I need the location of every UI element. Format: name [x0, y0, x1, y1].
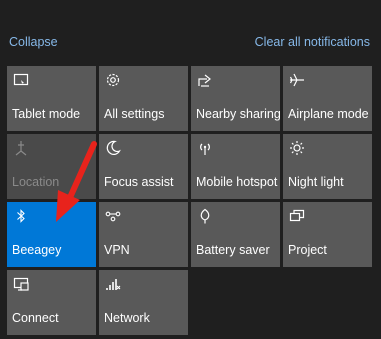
tile-battery-saver[interactable]: Battery saver — [191, 202, 280, 267]
location-icon — [13, 140, 29, 156]
tile-network[interactable]: Network — [99, 270, 188, 335]
tile-label: Battery saver — [196, 243, 270, 257]
tile-connect[interactable]: Connect — [7, 270, 96, 335]
tile-mobile-hotspot[interactable]: Mobile hotspot — [191, 134, 280, 199]
action-center-header: Collapse Clear all notifications — [9, 33, 370, 51]
tile-label: Connect — [12, 311, 59, 325]
tile-label: All settings — [104, 107, 165, 121]
vpn-icon — [105, 208, 121, 224]
tile-all-settings[interactable]: All settings — [99, 66, 188, 131]
network-icon — [105, 276, 121, 292]
tile-night-light[interactable]: Night light — [283, 134, 372, 199]
tile-location[interactable]: Location — [7, 134, 96, 199]
tile-label: Location — [12, 175, 60, 189]
tile-airplane-mode[interactable]: Airplane mode — [283, 66, 372, 131]
share-icon — [197, 72, 213, 88]
gear-icon — [105, 72, 121, 88]
sun-icon — [289, 140, 305, 156]
tile-vpn[interactable]: VPN — [99, 202, 188, 267]
project-icon — [289, 208, 305, 224]
tile-nearby-sharing[interactable]: Nearby sharing — [191, 66, 281, 131]
tile-label: Nearby sharing — [196, 107, 281, 121]
tile-label: Network — [104, 311, 150, 325]
leaf-icon — [197, 208, 213, 224]
tile-label: Beeagey — [12, 243, 62, 257]
tile-focus-assist[interactable]: Focus assist — [99, 134, 188, 199]
tile-label: VPN — [104, 243, 130, 257]
connect-icon — [13, 276, 29, 292]
tile-label: Airplane mode — [288, 107, 369, 121]
tile-label: Night light — [288, 175, 344, 189]
tablet-mode-icon — [13, 72, 29, 88]
tile-bluetooth[interactable]: Beeagey — [7, 202, 96, 267]
airplane-icon — [289, 72, 305, 88]
tile-project[interactable]: Project — [283, 202, 372, 267]
tile-label: Tablet mode — [12, 107, 81, 121]
bluetooth-icon — [13, 208, 29, 224]
collapse-link[interactable]: Collapse — [9, 35, 58, 49]
tile-label: Project — [288, 243, 327, 257]
moon-icon — [105, 140, 121, 156]
tile-label: Mobile hotspot — [196, 175, 278, 189]
clear-all-notifications-link[interactable]: Clear all notifications — [255, 35, 370, 49]
tile-label: Focus assist — [104, 175, 174, 189]
quick-actions-grid: Tablet mode All settings Nearby sharing … — [7, 66, 372, 335]
tile-tablet-mode[interactable]: Tablet mode — [7, 66, 96, 131]
hotspot-icon — [197, 140, 213, 156]
